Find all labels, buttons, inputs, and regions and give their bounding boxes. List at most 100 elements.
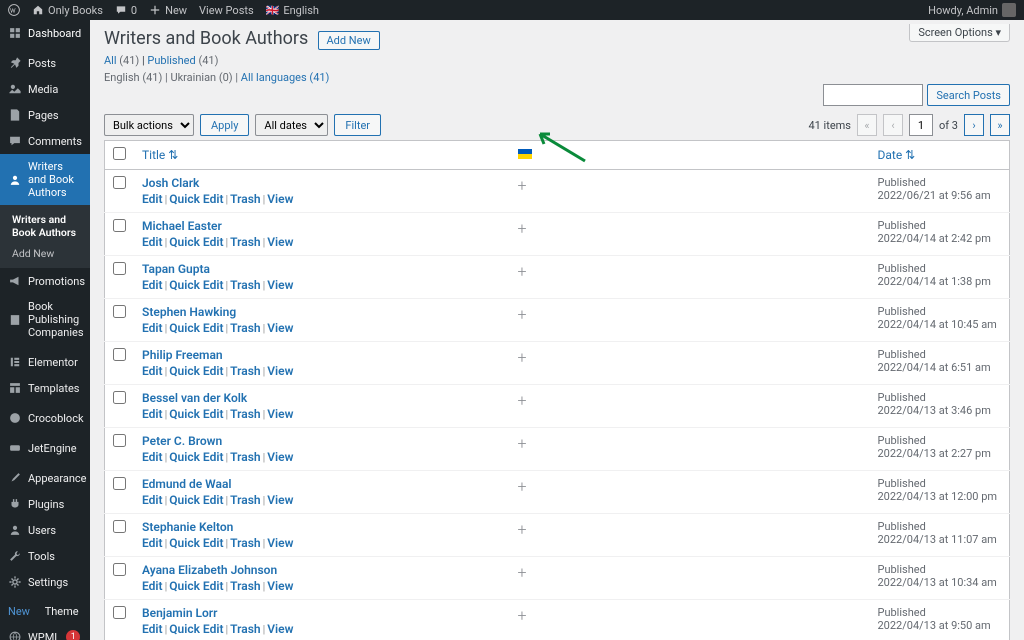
- column-title[interactable]: Title ⇅: [142, 148, 178, 162]
- new-content[interactable]: New: [149, 4, 187, 17]
- action-trash[interactable]: Trash: [230, 450, 260, 464]
- action-edit[interactable]: Edit: [142, 622, 163, 636]
- action-view[interactable]: View: [267, 278, 293, 292]
- sidebar-item-users[interactable]: Users: [0, 517, 90, 543]
- add-translation-icon[interactable]: +: [518, 262, 527, 281]
- row-checkbox[interactable]: [113, 477, 126, 490]
- sidebar-item-crocoblock[interactable]: Crocoblock: [0, 405, 90, 431]
- action-quick-edit[interactable]: Quick Edit: [169, 235, 223, 249]
- sidebar-item-settings[interactable]: Settings: [0, 569, 90, 595]
- action-edit[interactable]: Edit: [142, 493, 163, 507]
- action-trash[interactable]: Trash: [230, 235, 260, 249]
- row-title-link[interactable]: Ayana Elizabeth Johnson: [142, 563, 277, 577]
- action-trash[interactable]: Trash: [230, 579, 260, 593]
- add-translation-icon[interactable]: +: [518, 176, 527, 195]
- action-edit[interactable]: Edit: [142, 192, 163, 206]
- add-translation-icon[interactable]: +: [518, 348, 527, 367]
- action-edit[interactable]: Edit: [142, 450, 163, 464]
- action-quick-edit[interactable]: Quick Edit: [169, 321, 223, 335]
- action-trash[interactable]: Trash: [230, 364, 260, 378]
- action-quick-edit[interactable]: Quick Edit: [169, 493, 223, 507]
- row-title-link[interactable]: Josh Clark: [142, 176, 199, 190]
- action-edit[interactable]: Edit: [142, 235, 163, 249]
- row-title-link[interactable]: Peter C. Brown: [142, 434, 222, 448]
- action-view[interactable]: View: [267, 579, 293, 593]
- action-edit[interactable]: Edit: [142, 364, 163, 378]
- action-view[interactable]: View: [267, 407, 293, 421]
- action-edit[interactable]: Edit: [142, 407, 163, 421]
- submenu-writers[interactable]: Writers and Book Authors: [0, 209, 90, 243]
- row-checkbox[interactable]: [113, 305, 126, 318]
- action-view[interactable]: View: [267, 235, 293, 249]
- action-quick-edit[interactable]: Quick Edit: [169, 450, 223, 464]
- action-quick-edit[interactable]: Quick Edit: [169, 278, 223, 292]
- action-quick-edit[interactable]: Quick Edit: [169, 407, 223, 421]
- row-checkbox[interactable]: [113, 348, 126, 361]
- row-checkbox[interactable]: [113, 176, 126, 189]
- action-quick-edit[interactable]: Quick Edit: [169, 622, 223, 636]
- add-translation-icon[interactable]: +: [518, 563, 527, 582]
- sidebar-item-tools[interactable]: Tools: [0, 543, 90, 569]
- row-title-link[interactable]: Edmund de Waal: [142, 477, 232, 491]
- language-switcher[interactable]: 🇬🇧 English: [266, 4, 319, 17]
- view-posts[interactable]: View Posts: [199, 4, 254, 17]
- add-translation-icon[interactable]: +: [518, 434, 527, 453]
- search-input[interactable]: [823, 84, 923, 106]
- sidebar-item-promotions[interactable]: Promotions: [0, 268, 90, 294]
- add-translation-icon[interactable]: +: [518, 219, 527, 238]
- sidebar-item-appearance[interactable]: Appearance: [0, 465, 90, 491]
- submenu-addnew[interactable]: Add New: [0, 243, 90, 264]
- howdy-user[interactable]: Howdy, Admin: [928, 3, 1016, 17]
- action-edit[interactable]: Edit: [142, 579, 163, 593]
- action-view[interactable]: View: [267, 450, 293, 464]
- sidebar-item-theme[interactable]: New Theme: [0, 599, 90, 624]
- lang-english[interactable]: English (41): [104, 71, 162, 84]
- filter-all[interactable]: All: [104, 54, 117, 67]
- row-checkbox[interactable]: [113, 391, 126, 404]
- sidebar-item-elementor[interactable]: Elementor: [0, 349, 90, 375]
- row-title-link[interactable]: Philip Freeman: [142, 348, 223, 362]
- sidebar-item-comments[interactable]: Comments: [0, 128, 90, 154]
- page-last[interactable]: »: [990, 114, 1010, 136]
- row-title-link[interactable]: Stephen Hawking: [142, 305, 236, 319]
- screen-options[interactable]: Screen Options ▾: [909, 24, 1010, 42]
- add-translation-icon[interactable]: +: [518, 391, 527, 410]
- action-trash[interactable]: Trash: [230, 192, 260, 206]
- column-date[interactable]: Date ⇅: [878, 148, 916, 162]
- action-edit[interactable]: Edit: [142, 536, 163, 550]
- sidebar-item-media[interactable]: Media: [0, 76, 90, 102]
- action-view[interactable]: View: [267, 622, 293, 636]
- search-button[interactable]: Search Posts: [927, 84, 1010, 106]
- lang-ukrainian[interactable]: Ukrainian (0): [170, 71, 232, 84]
- action-view[interactable]: View: [267, 192, 293, 206]
- apply-button[interactable]: Apply: [200, 114, 249, 136]
- sidebar-item-wpml[interactable]: WPML 1: [0, 624, 90, 640]
- row-checkbox[interactable]: [113, 434, 126, 447]
- action-edit[interactable]: Edit: [142, 278, 163, 292]
- action-quick-edit[interactable]: Quick Edit: [169, 579, 223, 593]
- row-title-link[interactable]: Bessel van der Kolk: [142, 391, 247, 405]
- sidebar-item-jetengine[interactable]: JetEngine: [0, 435, 90, 461]
- action-trash[interactable]: Trash: [230, 278, 260, 292]
- bulk-actions-select[interactable]: Bulk actions: [104, 114, 194, 136]
- sidebar-item-plugins[interactable]: Plugins: [0, 491, 90, 517]
- action-view[interactable]: View: [267, 536, 293, 550]
- action-quick-edit[interactable]: Quick Edit: [169, 364, 223, 378]
- action-edit[interactable]: Edit: [142, 321, 163, 335]
- page-current-input[interactable]: [909, 114, 933, 136]
- comments-count[interactable]: 0: [115, 4, 137, 17]
- add-translation-icon[interactable]: +: [518, 606, 527, 625]
- action-quick-edit[interactable]: Quick Edit: [169, 192, 223, 206]
- add-translation-icon[interactable]: +: [518, 477, 527, 496]
- action-view[interactable]: View: [267, 321, 293, 335]
- sidebar-item-writers[interactable]: Writers and Book Authors: [0, 154, 90, 205]
- add-translation-icon[interactable]: +: [518, 305, 527, 324]
- action-trash[interactable]: Trash: [230, 536, 260, 550]
- row-title-link[interactable]: Benjamin Lorr: [142, 606, 217, 620]
- sidebar-item-pages[interactable]: Pages: [0, 102, 90, 128]
- action-quick-edit[interactable]: Quick Edit: [169, 536, 223, 550]
- site-name[interactable]: Only Books: [32, 4, 103, 17]
- sidebar-item-posts[interactable]: Posts: [0, 50, 90, 76]
- row-title-link[interactable]: Michael Easter: [142, 219, 222, 233]
- row-checkbox[interactable]: [113, 219, 126, 232]
